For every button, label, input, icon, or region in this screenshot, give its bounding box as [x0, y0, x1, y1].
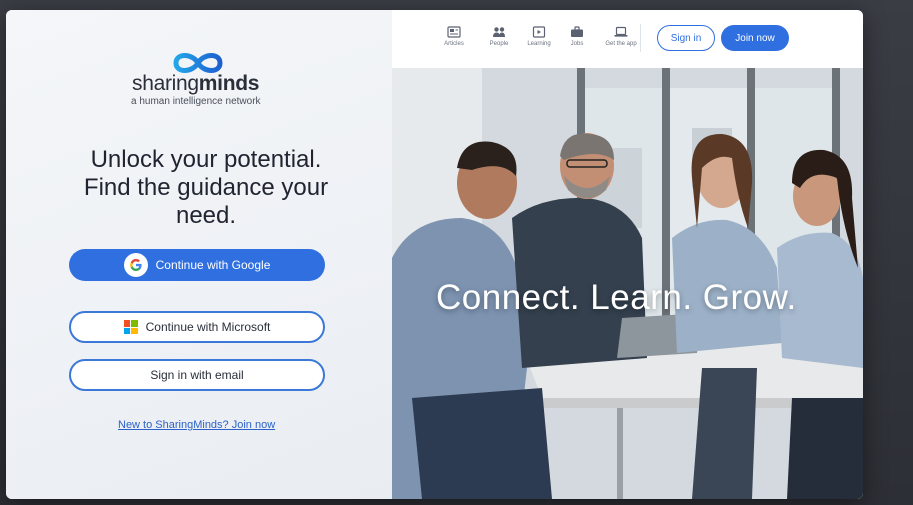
nav-item-jobs[interactable]: Jobs: [555, 26, 599, 47]
microsoft-button-label: Continue with Microsoft: [145, 320, 271, 334]
nav-label-people: People: [489, 41, 509, 47]
google-icon: [123, 253, 148, 277]
article-icon: [447, 26, 461, 38]
people-icon: [493, 27, 505, 37]
continue-with-google-button[interactable]: Continue with Google: [69, 249, 325, 281]
google-button-label: Continue with Google: [155, 258, 271, 272]
nav-label-get-the-app: Get the app: [605, 41, 637, 47]
brand-tagline: a human intelligence network: [131, 96, 261, 107]
nav-item-articles[interactable]: Articles: [432, 26, 476, 47]
auth-panel: sharingminds a human intelligence networ…: [6, 10, 392, 499]
top-nav-bar: Articles People Learning Jobs Get the ap…: [392, 10, 863, 68]
page-headline: Unlock your potential. Find the guidance…: [83, 146, 329, 229]
continue-with-microsoft-button[interactable]: Continue with Microsoft: [69, 311, 325, 343]
nav-item-people[interactable]: People: [477, 26, 521, 47]
join-now-link[interactable]: New to SharingMinds? Join now: [118, 419, 275, 431]
microsoft-icon: [123, 320, 138, 334]
hero-overlay-text: Connect. Learn. Grow.: [436, 278, 797, 317]
brand-name-part1: sharing: [132, 72, 199, 95]
sign-in-with-email-button[interactable]: Sign in with email: [69, 359, 325, 391]
laptop-icon: [614, 26, 628, 37]
nav-divider: [640, 24, 641, 52]
email-button-label: Sign in with email: [150, 368, 244, 382]
learning-icon: [532, 26, 546, 38]
hero-image: Connect. Learn. Grow.: [392, 68, 863, 499]
nav-label-jobs: Jobs: [570, 41, 584, 47]
sign-in-button[interactable]: Sign in: [657, 25, 715, 51]
app-window: sharingminds a human intelligence networ…: [6, 10, 863, 499]
nav-label-articles: Articles: [444, 41, 464, 47]
brand-name-part2: minds: [198, 72, 260, 95]
brand-name: sharingminds: [132, 72, 259, 96]
join-now-button[interactable]: Join now: [721, 25, 789, 51]
nav-item-get-the-app[interactable]: Get the app: [599, 26, 643, 47]
briefcase-icon: [571, 26, 583, 37]
